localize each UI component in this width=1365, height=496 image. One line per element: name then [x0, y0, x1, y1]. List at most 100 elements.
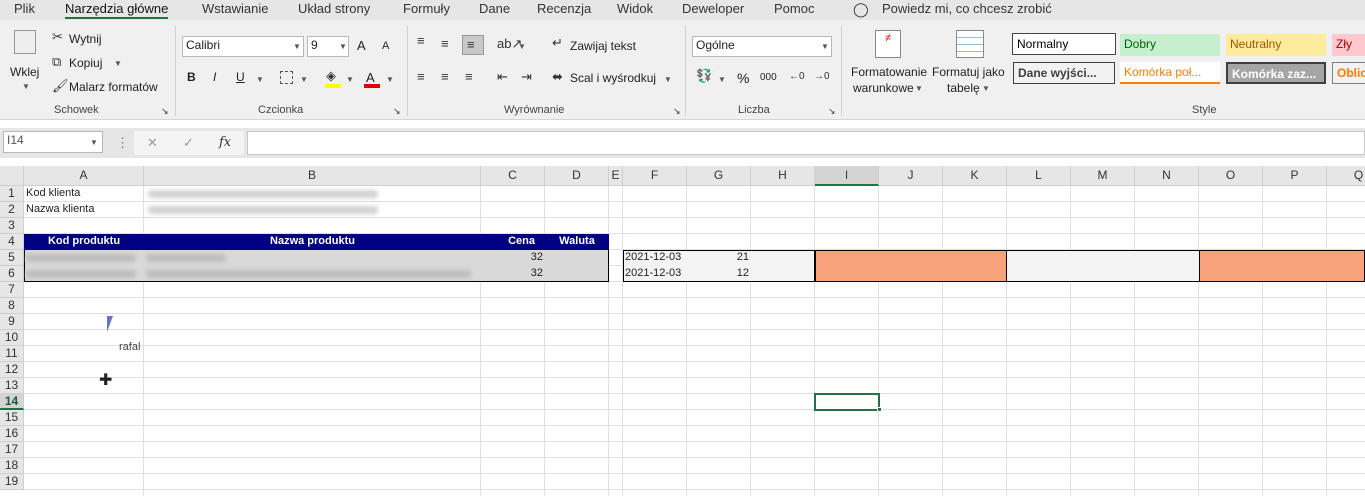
column-header-d[interactable]: D	[545, 166, 609, 186]
align-center-icon[interactable]: ≡	[441, 70, 449, 84]
format-as-table-line1[interactable]: Formatuj jako	[932, 65, 1005, 79]
decrease-decimal-icon[interactable]: →0	[814, 70, 830, 84]
name-box[interactable]: I14	[3, 131, 103, 153]
font-launcher-icon[interactable]: ↘	[393, 104, 401, 118]
row-header-6[interactable]: 6	[0, 266, 24, 282]
copy-button[interactable]: Kopiuj	[69, 56, 102, 70]
row-header-16[interactable]: 16	[0, 426, 24, 442]
align-bottom-icon[interactable]: ≡	[462, 35, 484, 55]
paste-dropdown-icon[interactable]: ▼	[22, 82, 30, 91]
align-left-icon[interactable]: ≡	[417, 70, 425, 84]
number-format-select[interactable]: Ogólne	[692, 36, 832, 57]
column-header-j[interactable]: J	[879, 166, 943, 186]
chevron-down-icon[interactable]: ▼	[256, 75, 264, 84]
increase-indent-icon[interactable]: ⇥	[521, 70, 532, 84]
style-good[interactable]: Dobry	[1120, 34, 1220, 56]
tell-me-search[interactable]: Powiedz mi, co chcesz zrobić	[882, 1, 1052, 16]
increase-decimal-icon[interactable]: ←0	[789, 70, 805, 84]
style-check-cell[interactable]: Komórka zaz...	[1226, 62, 1326, 84]
row-header-10[interactable]: 10	[0, 330, 24, 346]
select-all-corner[interactable]	[0, 166, 24, 186]
column-header-e[interactable]: E	[609, 166, 623, 186]
row-header-3[interactable]: 3	[0, 218, 24, 234]
chevron-down-icon[interactable]: ▼	[386, 75, 394, 84]
column-header-g[interactable]: G	[687, 166, 751, 186]
format-as-table-icon[interactable]	[956, 30, 984, 58]
row-header-14[interactable]: 14	[0, 394, 24, 410]
align-top-icon[interactable]: ≡	[417, 34, 425, 48]
tab-data[interactable]: Dane	[479, 1, 510, 16]
align-middle-icon[interactable]: ≡	[441, 37, 449, 51]
column-header-q[interactable]: Q	[1327, 166, 1365, 186]
style-bad[interactable]: Zły	[1332, 34, 1365, 56]
style-normal[interactable]: Normalny	[1012, 33, 1116, 55]
tab-review[interactable]: Recenzja	[537, 1, 591, 16]
row-header-8[interactable]: 8	[0, 298, 24, 314]
conditional-format-line2[interactable]: warunkowe	[853, 81, 914, 95]
chevron-down-icon[interactable]: ▼	[664, 75, 672, 84]
row-header-2[interactable]: 2	[0, 202, 24, 218]
column-header-c[interactable]: C	[481, 166, 545, 186]
column-header-o[interactable]: O	[1199, 166, 1263, 186]
conditional-format-line1[interactable]: Formatowanie	[851, 65, 927, 79]
tab-view[interactable]: Widok	[617, 1, 653, 16]
row-header-18[interactable]: 18	[0, 458, 24, 474]
cut-button[interactable]: Wytnij	[69, 32, 102, 46]
percent-button[interactable]: %	[737, 70, 749, 86]
row-header-7[interactable]: 7	[0, 282, 24, 298]
merge-center-button[interactable]: Scal i wyśrodkuj	[570, 71, 656, 85]
number-launcher-icon[interactable]: ↘	[828, 104, 836, 118]
paste-button[interactable]: Wklej	[10, 65, 39, 79]
wrap-text-button[interactable]: Zawijaj tekst	[570, 39, 636, 53]
column-header-p[interactable]: P	[1263, 166, 1327, 186]
insert-function-icon[interactable]: fx	[219, 136, 231, 150]
column-header-h[interactable]: H	[751, 166, 815, 186]
format-painter-button[interactable]: Malarz formatów	[69, 80, 158, 94]
style-output[interactable]: Dane wyjści...	[1013, 62, 1115, 84]
align-right-icon[interactable]: ≡	[465, 70, 473, 84]
chevron-down-icon[interactable]: ▼	[982, 84, 990, 93]
chevron-down-icon[interactable]: ▼	[300, 75, 308, 84]
row-header-5[interactable]: 5	[0, 250, 24, 266]
underline-button[interactable]: U	[236, 70, 245, 84]
column-header-f[interactable]: F	[623, 166, 687, 186]
tab-file[interactable]: Plik	[14, 1, 35, 16]
fill-color-icon[interactable]: ◈	[326, 69, 336, 83]
row-header-4[interactable]: 4	[0, 234, 24, 250]
font-name-select[interactable]: Calibri	[182, 36, 304, 57]
row-header-17[interactable]: 17	[0, 442, 24, 458]
style-linked-cell[interactable]: Komórka poł...	[1120, 62, 1220, 84]
column-header-a[interactable]: A	[24, 166, 144, 186]
row-header-12[interactable]: 12	[0, 362, 24, 378]
worksheet-grid[interactable]: A B C D E F G H I J K L M N O P Q 1 2 3 4 5 6 7 8 9 10 11 12 13 14 15 16…	[0, 166, 1365, 496]
copy-dropdown-icon[interactable]: ▼	[114, 59, 122, 68]
clipboard-launcher-icon[interactable]: ↘	[161, 104, 169, 118]
thousands-button[interactable]: 000	[760, 72, 777, 83]
grow-font-button[interactable]: A	[357, 38, 366, 53]
cancel-icon[interactable]: ✕	[147, 136, 158, 150]
tab-home[interactable]: Narzędzia główne	[65, 1, 169, 19]
row-header-1[interactable]: 1	[0, 186, 24, 202]
alignment-launcher-icon[interactable]: ↘	[673, 104, 681, 118]
chevron-down-icon[interactable]: ▼	[346, 75, 354, 84]
currency-icon[interactable]: 💱	[696, 69, 712, 83]
formula-input[interactable]	[247, 131, 1365, 155]
conditional-format-icon[interactable]: ≠	[875, 30, 901, 58]
tab-page-layout[interactable]: Układ strony	[298, 1, 370, 16]
tab-insert[interactable]: Wstawianie	[202, 1, 268, 16]
chevron-down-icon[interactable]: ▼	[90, 138, 98, 147]
column-header-m[interactable]: M	[1071, 166, 1135, 186]
row-header-11[interactable]: 11	[0, 346, 24, 362]
row-header-19[interactable]: 19	[0, 474, 24, 490]
active-cell[interactable]	[814, 393, 880, 411]
fill-handle[interactable]	[877, 407, 882, 412]
column-header-l[interactable]: L	[1007, 166, 1071, 186]
chevron-down-icon[interactable]: ▼	[518, 42, 526, 51]
style-neutral[interactable]: Neutralny	[1226, 34, 1326, 56]
column-header-b[interactable]: B	[144, 166, 481, 186]
borders-icon[interactable]	[280, 71, 293, 84]
paste-icon[interactable]	[14, 30, 36, 54]
row-header-9[interactable]: 9	[0, 314, 24, 330]
column-header-i[interactable]: I	[815, 166, 879, 186]
chevron-down-icon[interactable]: ▼	[915, 84, 923, 93]
